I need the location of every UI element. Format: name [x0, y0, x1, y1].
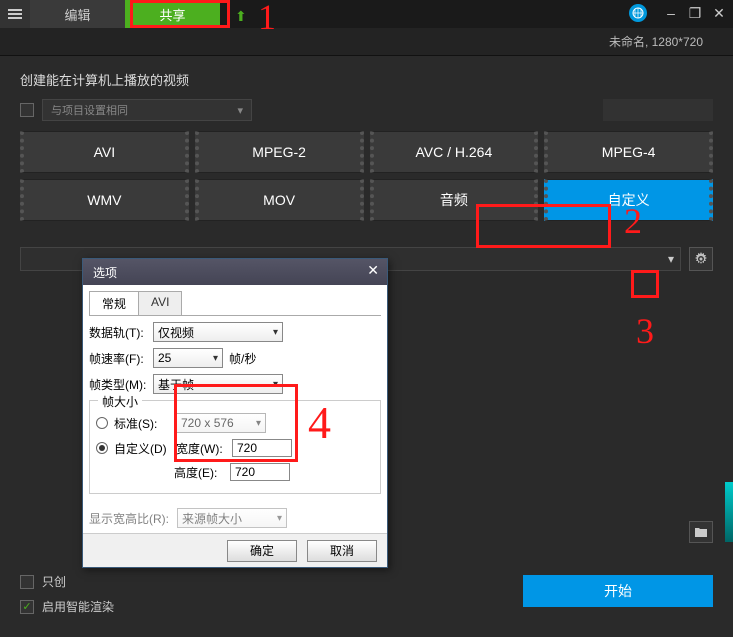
- close-button[interactable]: ✕: [711, 5, 727, 21]
- right-edge-indicator: [725, 482, 733, 542]
- format-mpeg4[interactable]: MPEG-4: [544, 131, 713, 173]
- height-label: 高度(E):: [174, 464, 224, 481]
- standard-label: 标准(S):: [114, 415, 170, 432]
- options-dialog: 选项 ✕ 常规 AVI 数据轨(T): 仅视频 帧速率(F): 25 帧/秒 帧…: [82, 258, 388, 568]
- format-audio[interactable]: 音频: [370, 179, 539, 221]
- chevron-down-icon: ▾: [668, 252, 674, 266]
- standard-size-combo: 720 x 576: [176, 413, 266, 433]
- height-input[interactable]: [230, 463, 290, 481]
- globe-icon[interactable]: [629, 4, 647, 22]
- framerate-combo[interactable]: 25: [153, 348, 223, 368]
- framerate-label: 帧速率(F):: [89, 350, 147, 367]
- settings-gear-button[interactable]: [689, 247, 713, 271]
- only-create-checkbox[interactable]: [20, 575, 34, 589]
- start-button[interactable]: 开始: [523, 575, 713, 607]
- data-track-value: 仅视频: [158, 324, 194, 341]
- format-custom[interactable]: 自定义: [544, 179, 713, 221]
- width-label: 宽度(W):: [176, 440, 226, 457]
- framerate-unit: 帧/秒: [229, 350, 256, 367]
- annotation-number-3: 3: [636, 310, 654, 352]
- custom-label: 自定义(D): [114, 440, 170, 457]
- cancel-button[interactable]: 取消: [307, 540, 377, 562]
- upload-arrow-icon: ⬆: [235, 8, 247, 25]
- hamburger-menu-icon[interactable]: [0, 0, 30, 28]
- dialog-tab-avi[interactable]: AVI: [138, 291, 182, 315]
- custom-radio[interactable]: [96, 442, 108, 454]
- maximize-button[interactable]: ❐: [687, 5, 703, 21]
- chevron-down-icon: ▾: [237, 104, 243, 117]
- tab-share[interactable]: 共享: [125, 0, 220, 28]
- same-as-project-checkbox[interactable]: [20, 103, 34, 117]
- aspect-combo: 来源帧大小: [177, 508, 287, 528]
- data-track-label: 数据轨(T):: [89, 324, 147, 341]
- format-avc[interactable]: AVC / H.264: [370, 131, 539, 173]
- standard-radio[interactable]: [96, 417, 108, 429]
- framerate-value: 25: [158, 351, 171, 365]
- standard-size-value: 720 x 576: [181, 416, 234, 430]
- subset-dropdown[interactable]: 与项目设置相同 ▾: [42, 99, 252, 121]
- format-mpeg2[interactable]: MPEG-2: [195, 131, 364, 173]
- frametype-value: 基于帧: [158, 376, 194, 393]
- subset-dropdown-label: 与项目设置相同: [51, 102, 128, 118]
- frametype-combo[interactable]: 基于帧: [153, 374, 283, 394]
- mpeg-placeholder: [603, 99, 713, 121]
- format-mov[interactable]: MOV: [195, 179, 364, 221]
- smart-render-checkbox[interactable]: [20, 600, 34, 614]
- aspect-value: 来源帧大小: [182, 510, 242, 527]
- browse-folder-button[interactable]: [689, 521, 713, 543]
- aspect-label: 显示宽高比(R):: [89, 510, 171, 527]
- frametype-label: 帧类型(M):: [89, 376, 147, 393]
- dialog-title: 选项: [93, 264, 117, 281]
- smart-render-label: 启用智能渲染: [42, 598, 114, 615]
- only-create-label: 只创: [42, 573, 66, 590]
- ok-button[interactable]: 确定: [227, 540, 297, 562]
- data-track-combo[interactable]: 仅视频: [153, 322, 283, 342]
- dialog-tab-general[interactable]: 常规: [89, 291, 139, 315]
- minimize-button[interactable]: –: [663, 5, 679, 21]
- format-avi[interactable]: AVI: [20, 131, 189, 173]
- framesize-legend: 帧大小: [98, 393, 142, 410]
- format-wmv[interactable]: WMV: [20, 179, 189, 221]
- tab-edit[interactable]: 编辑: [30, 0, 125, 28]
- dialog-close-button[interactable]: ✕: [367, 262, 379, 279]
- width-input[interactable]: [232, 439, 292, 457]
- project-info-bar: 未命名, 1280*720: [0, 28, 733, 56]
- section-heading: 创建能在计算机上播放的视频: [20, 70, 713, 89]
